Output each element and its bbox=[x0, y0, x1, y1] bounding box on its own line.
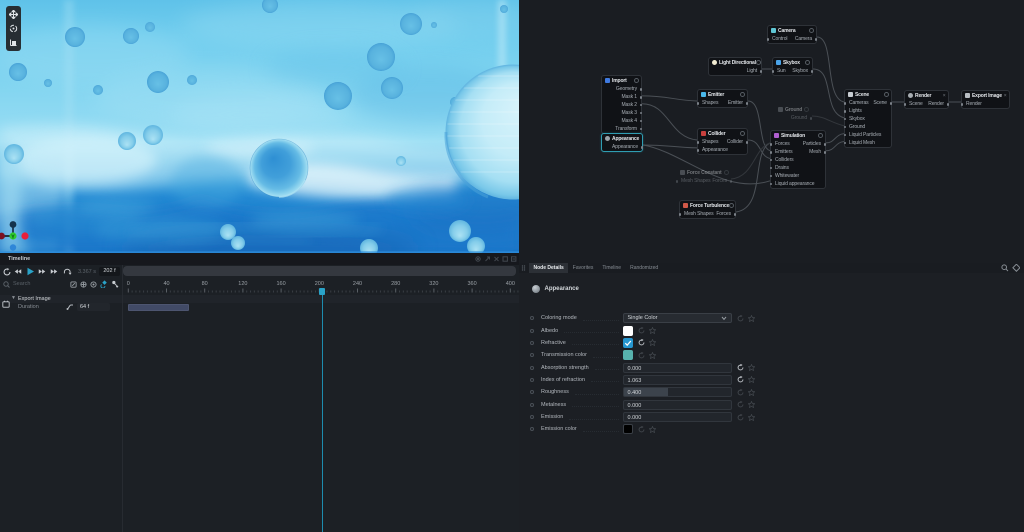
svg-text:400: 400 bbox=[506, 281, 515, 287]
svg-text:0: 0 bbox=[127, 281, 130, 287]
svg-text:320: 320 bbox=[429, 281, 438, 287]
svg-text:80: 80 bbox=[202, 281, 208, 287]
svg-text:240: 240 bbox=[353, 281, 362, 287]
svg-text:120: 120 bbox=[238, 281, 247, 287]
svg-text:40: 40 bbox=[163, 281, 169, 287]
svg-text:200: 200 bbox=[315, 281, 324, 287]
svg-text:280: 280 bbox=[391, 281, 400, 287]
svg-text:160: 160 bbox=[277, 281, 286, 287]
svg-text:360: 360 bbox=[468, 281, 477, 287]
svg-text:Y: Y bbox=[11, 234, 15, 240]
